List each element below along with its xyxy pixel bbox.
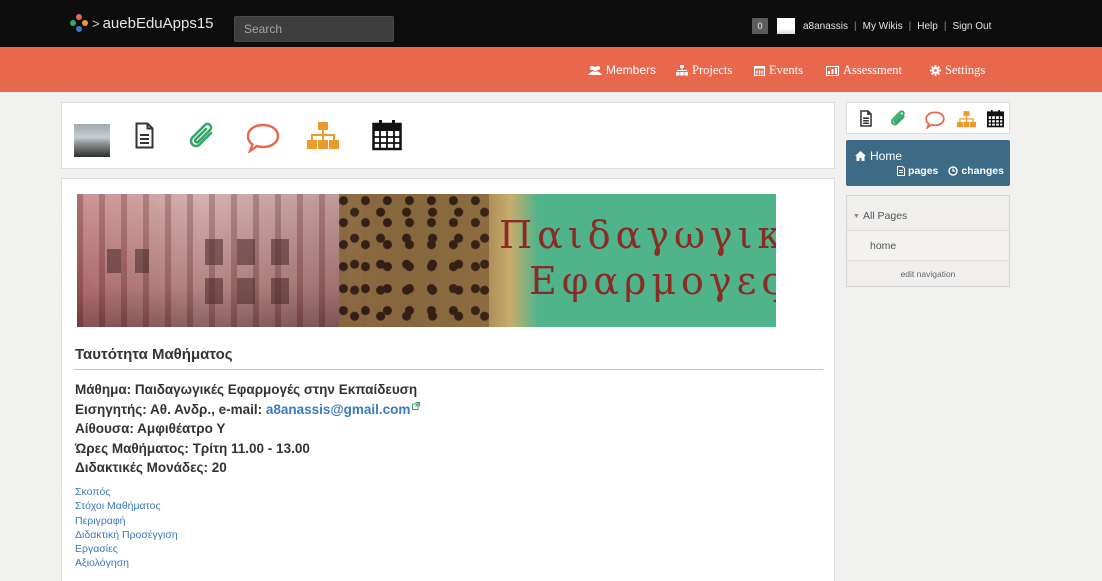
sign-out-link[interactable]: Sign Out <box>952 21 991 32</box>
banner-title: Παιδαγωγικες Εφαρμογες <box>499 212 776 304</box>
page-content: Παιδαγωγικες Εφαρμογες Ταυτότητα Μαθήματ… <box>61 178 835 581</box>
home-links: pages changes <box>887 165 1004 177</box>
current-page-box: Home pages changes <box>846 140 1010 186</box>
sitemap-icon[interactable] <box>307 122 339 150</box>
comment-icon[interactable] <box>246 123 280 153</box>
nav-assessment[interactable]: Assessment <box>826 63 902 78</box>
course-name: Μάθημα: Παιδαγωγικές Εφαρμογές στην Εκπα… <box>75 382 418 397</box>
section-title: Ταυτότητα Μαθήματος <box>75 346 233 363</box>
all-pages-toggle[interactable]: ▼ All Pages <box>847 202 1009 230</box>
chevron-right-icon: > <box>92 15 100 31</box>
home-title[interactable]: Home <box>855 149 902 163</box>
search-input[interactable] <box>234 16 394 42</box>
toc-link-description[interactable]: Περιγραφή <box>75 514 178 528</box>
calendar-icon <box>754 66 765 76</box>
help-link[interactable]: Help <box>917 21 938 32</box>
sidebar-toolbar <box>846 102 1010 134</box>
nav-settings[interactable]: Settings <box>930 63 985 78</box>
divider: | <box>943 21 947 32</box>
triangle-down-icon: ▼ <box>853 213 860 220</box>
email-link[interactable]: a8anassis@gmail.com <box>266 402 411 417</box>
wiki-navigation: ▼ All Pages home edit navigation <box>846 195 1010 287</box>
course-info: Μάθημα: Παιδαγωγικές Εφαρμογές στην Εκπα… <box>75 380 421 478</box>
toc-link-goals[interactable]: Στόχοι Μαθήματος <box>75 499 178 513</box>
page-icon[interactable] <box>860 110 872 127</box>
gear-icon <box>930 65 941 76</box>
hours-line: Ώρες Μαθήματος: Τρίτη 11.00 - 13.00 <box>75 440 310 456</box>
nav-page-home[interactable]: home <box>847 230 1009 260</box>
banner-title-line1: Παιδαγωγικες <box>499 213 776 257</box>
edit-navigation-link[interactable]: edit navigation <box>847 260 1009 287</box>
instructor-line: Εισηγητής: Αθ. Ανδρ., e-mail: a8anassis@… <box>75 400 421 420</box>
room-line: Αίθουσα: Αμφιθέατρο Υ <box>75 421 226 436</box>
brand-name[interactable]: auebEduApps15 <box>103 15 214 32</box>
table-of-contents: Σκοπός Στόχοι Μαθήματος Περιγραφή Διδακτ… <box>75 485 178 571</box>
toc-link-approach[interactable]: Διδακτική Προσέγγιση <box>75 528 178 542</box>
credits-line: Διδακτικές Μονάδες: 20 <box>75 460 227 475</box>
external-link-icon <box>412 401 421 410</box>
sitemap-icon[interactable] <box>957 111 976 128</box>
nav-projects[interactable]: Projects <box>676 63 732 78</box>
divider: | <box>908 21 912 32</box>
banner-title-line2: Εφαρμογες <box>529 259 776 303</box>
assessment-icon <box>826 65 839 76</box>
calendar-icon[interactable] <box>987 109 1004 128</box>
paperclip-icon[interactable] <box>188 120 218 152</box>
instructor-label: Εισηγητής: Αθ. Ανδρ., e-mail: <box>75 401 266 417</box>
toc-link-assignments[interactable]: Εργασίες <box>75 542 178 556</box>
wiki-thumbnail[interactable] <box>74 124 110 157</box>
nav-members[interactable]: Members <box>588 63 656 77</box>
top-bar: > auebEduApps15 0 a8anassis | My Wikis |… <box>0 0 1102 47</box>
divider: | <box>854 21 857 32</box>
comment-icon[interactable] <box>925 111 945 129</box>
banner-building-photo <box>77 194 367 327</box>
page-icon[interactable] <box>135 122 154 149</box>
sitemap-icon <box>676 65 688 76</box>
page-icon <box>897 166 906 176</box>
nav-projects-label: Projects <box>692 63 733 77</box>
calendar-icon[interactable] <box>372 119 402 151</box>
brand[interactable]: > auebEduApps15 <box>70 14 214 32</box>
nav-members-label: Members <box>606 63 657 77</box>
my-wikis-link[interactable]: My Wikis <box>863 21 903 32</box>
nav-assessment-label: Assessment <box>843 63 903 77</box>
user-links: a8anassis | My Wikis | Help | Sign Out <box>803 21 991 32</box>
avatar[interactable] <box>777 18 795 34</box>
paperclip-icon[interactable] <box>890 109 908 128</box>
notification-count-badge[interactable]: 0 <box>752 18 768 34</box>
home-icon <box>855 151 866 161</box>
nav-events-label: Events <box>769 63 804 77</box>
course-banner-image: Παιδαγωγικες Εφαρμογες <box>77 194 776 327</box>
changes-link[interactable]: changes <box>948 165 1004 177</box>
pages-link-label: pages <box>908 165 939 177</box>
nav-settings-label: Settings <box>945 63 986 77</box>
all-pages-label: All Pages <box>862 210 908 222</box>
toc-link-purpose[interactable]: Σκοπός <box>75 485 178 499</box>
nav-events[interactable]: Events <box>754 63 803 78</box>
pages-link[interactable]: pages <box>897 165 938 177</box>
main-nav: Members Projects Events Assessment Setti… <box>0 47 1102 92</box>
users-icon <box>588 65 602 75</box>
brand-logo-icon <box>70 14 88 32</box>
toc-link-assessment[interactable]: Αξιολόγηση <box>75 556 178 570</box>
changes-link-label: changes <box>961 165 1004 177</box>
home-title-label: Home <box>870 149 903 163</box>
username-link[interactable]: a8anassis <box>803 21 848 32</box>
banner-leopard-pattern <box>339 194 489 327</box>
divider <box>74 369 823 370</box>
page-toolbar <box>61 102 835 169</box>
clock-icon <box>948 166 959 176</box>
